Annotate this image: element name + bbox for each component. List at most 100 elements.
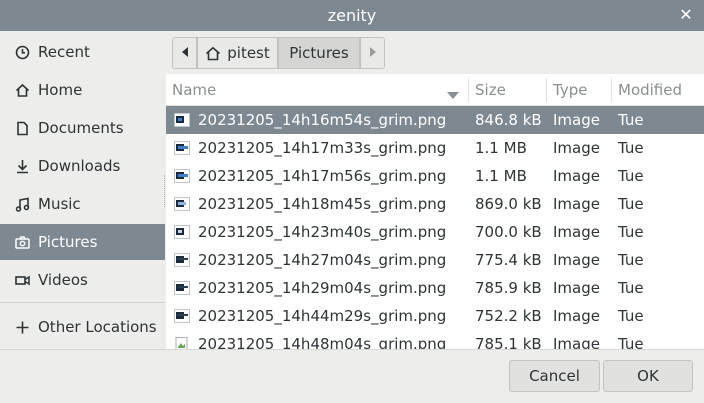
file-row[interactable]: 20231205_14h23m40s_grim.png 700.0 kB Ima… [166, 218, 704, 246]
image-file-icon [174, 253, 190, 267]
sidebar-item-home[interactable]: Home [0, 72, 165, 108]
recent-clock-icon [14, 44, 31, 61]
file-type: Image [553, 223, 600, 241]
sidebar-item-documents[interactable]: Documents [0, 110, 165, 146]
file-name: 20231205_14h29m04s_grim.png [198, 279, 447, 297]
file-modified: Tue [618, 335, 644, 349]
sidebar-item-music[interactable]: Music [0, 186, 165, 222]
image-file-icon [174, 197, 190, 211]
file-name: 20231205_14h16m54s_grim.png [198, 111, 447, 129]
sidebar-item-label: Downloads [38, 157, 121, 175]
dialog-button-bar: Cancel OK [0, 349, 704, 403]
image-file-icon [174, 309, 190, 323]
file-list: Name Size Type Modified 20231205_14h16m5… [166, 74, 704, 349]
sidebar-item-label: Videos [38, 271, 88, 289]
sidebar-item-label: Home [38, 81, 83, 99]
file-row[interactable]: 20231205_14h48m04s_grim.png 785.1 kB Ima… [166, 330, 704, 349]
file-row[interactable]: 20231205_14h17m33s_grim.png 1.1 MB Image… [166, 134, 704, 162]
music-icon [14, 196, 31, 213]
column-header-name[interactable]: Name [172, 74, 216, 106]
file-size: 785.1 kB [475, 335, 542, 349]
column-header-size[interactable]: Size [475, 74, 506, 106]
file-row[interactable]: 20231205_14h27m04s_grim.png 775.4 kB Ima… [166, 246, 704, 274]
sidebar-item-recent[interactable]: Recent [0, 34, 165, 70]
sidebar-item-videos[interactable]: Videos [0, 262, 165, 298]
file-modified: Tue [618, 195, 644, 213]
path-current-label: Pictures [289, 44, 349, 62]
file-modified: Tue [618, 223, 644, 241]
image-file-icon [174, 141, 190, 155]
ok-button[interactable]: OK [603, 360, 693, 392]
file-size: 775.4 kB [475, 251, 542, 269]
file-name: 20231205_14h44m29s_grim.png [198, 307, 447, 325]
file-name: 20231205_14h23m40s_grim.png [198, 223, 447, 241]
cancel-button[interactable]: Cancel [509, 360, 600, 392]
file-name: 20231205_14h17m33s_grim.png [198, 139, 447, 157]
download-icon [14, 158, 31, 175]
file-name: 20231205_14h27m04s_grim.png [198, 251, 447, 269]
file-modified: Tue [618, 139, 644, 157]
path-back-button[interactable] [172, 37, 197, 69]
home-icon [205, 46, 221, 61]
file-size: 700.0 kB [475, 223, 542, 241]
chevron-right-icon [368, 44, 378, 62]
file-type: Image [553, 139, 600, 157]
sidebar-item-label: Recent [38, 43, 90, 61]
file-list-header: Name Size Type Modified [166, 74, 704, 106]
home-icon [14, 82, 31, 99]
sidebar-divider [0, 302, 165, 303]
chevron-left-icon [180, 44, 190, 62]
window-title: zenity [327, 6, 377, 25]
video-icon [14, 272, 31, 289]
camera-icon [14, 234, 31, 251]
path-current-button[interactable]: Pictures [278, 37, 360, 69]
column-divider [468, 78, 469, 102]
file-type: Image [553, 251, 600, 269]
path-home-label: pitest [227, 44, 270, 62]
column-divider [546, 78, 547, 102]
image-file-icon [174, 281, 190, 295]
file-type: Image [553, 279, 600, 297]
file-size: 846.8 kB [475, 111, 542, 129]
path-home-button[interactable]: pitest [197, 37, 278, 69]
file-size: 1.1 MB [475, 167, 527, 185]
file-type: Image [553, 307, 600, 325]
file-row[interactable]: 20231205_14h44m29s_grim.png 752.2 kB Ima… [166, 302, 704, 330]
sort-descending-icon [447, 86, 459, 104]
file-modified: Tue [618, 251, 644, 269]
plus-icon [14, 319, 31, 336]
ok-button-label: OK [637, 367, 659, 385]
file-name: 20231205_14h17m56s_grim.png [198, 167, 447, 185]
image-file-icon [174, 113, 190, 127]
image-file-icon [174, 169, 190, 183]
file-size: 785.9 kB [475, 279, 542, 297]
file-modified: Tue [618, 167, 644, 185]
file-name: 20231205_14h18m45s_grim.png [198, 195, 447, 213]
file-modified: Tue [618, 279, 644, 297]
file-row[interactable]: 20231205_14h29m04s_grim.png 785.9 kB Ima… [166, 274, 704, 302]
file-type: Image [553, 335, 600, 349]
sidebar-item-other-locations[interactable]: Other Locations [0, 309, 165, 345]
file-row[interactable]: 20231205_14h17m56s_grim.png 1.1 MB Image… [166, 162, 704, 190]
file-size: 869.0 kB [475, 195, 542, 213]
close-icon[interactable]: ✕ [676, 5, 696, 25]
document-icon [14, 120, 31, 137]
file-size: 1.1 MB [475, 139, 527, 157]
file-modified: Tue [618, 111, 644, 129]
file-modified: Tue [618, 307, 644, 325]
file-row[interactable]: 20231205_14h16m54s_grim.png 846.8 kB Ima… [166, 106, 704, 134]
column-header-type[interactable]: Type [553, 74, 587, 106]
file-size: 752.2 kB [475, 307, 542, 325]
image-file-icon [174, 337, 190, 349]
window-titlebar: zenity ✕ [0, 0, 704, 31]
sidebar-item-pictures[interactable]: Pictures [0, 224, 165, 260]
file-type: Image [553, 167, 600, 185]
path-forward-button[interactable] [360, 37, 385, 69]
file-row[interactable]: 20231205_14h18m45s_grim.png 869.0 kB Ima… [166, 190, 704, 218]
sidebar-item-downloads[interactable]: Downloads [0, 148, 165, 184]
column-header-modified[interactable]: Modified [618, 74, 682, 106]
image-file-icon [174, 225, 190, 239]
file-type: Image [553, 195, 600, 213]
column-divider [611, 78, 612, 102]
sidebar-item-label: Pictures [38, 233, 98, 251]
